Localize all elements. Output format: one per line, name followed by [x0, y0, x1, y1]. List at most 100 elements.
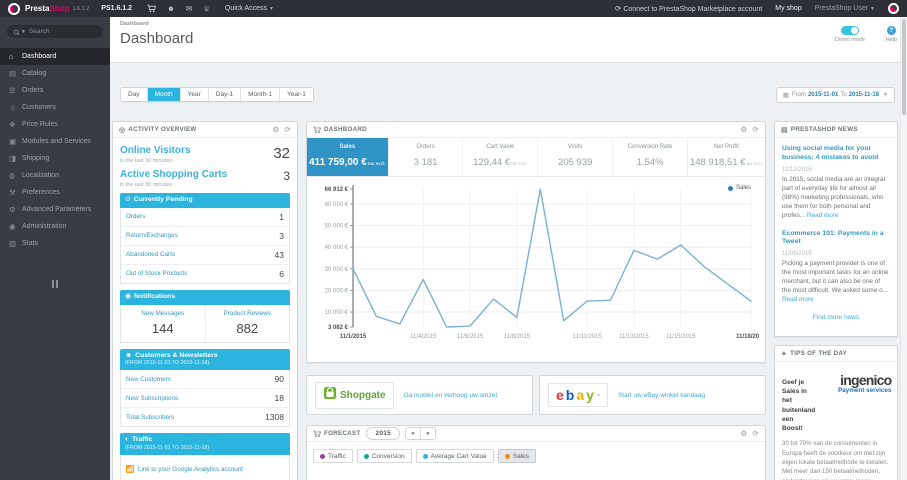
gear-icon[interactable]: ⚙: [740, 126, 747, 134]
news-article-title[interactable]: Ecommerce 101: Payments in a Tweet: [782, 230, 890, 248]
pending-row-out-of-stock[interactable]: Out of Stock Products 6: [121, 265, 289, 283]
traffic-toggle[interactable]: Traffic: [313, 449, 353, 463]
calendar-icon: ▦: [782, 91, 789, 99]
envelope-icon[interactable]: ✉: [186, 5, 192, 13]
average-cart-value-toggle[interactable]: Average Cart Value: [415, 449, 494, 463]
filter-year-1-button[interactable]: Year-1: [279, 88, 313, 101]
refresh-icon[interactable]: ⟳: [284, 126, 291, 134]
refresh-icon[interactable]: ⟳: [752, 126, 759, 134]
kpi-cart-value[interactable]: Cart Value 129,44 €tax excl.: [463, 138, 539, 176]
sales-chart-area: 11/1/2015 11/4/2015 11/6/2015 11/8/2015 11/1…: [307, 181, 765, 345]
new-messages-cell[interactable]: New Messages 144: [121, 305, 205, 342]
chevron-down-icon: ▼: [883, 91, 888, 98]
active-carts-metric[interactable]: Active Shopping Carts in the last 30 minu…: [120, 169, 290, 188]
svg-text:11/6/2015: 11/6/2015: [457, 334, 484, 340]
news-icon: ▤: [781, 126, 788, 134]
home-icon: ⌂: [9, 52, 14, 61]
user-menu[interactable]: PrestaShop User ▼: [815, 5, 875, 12]
sidebar-item-administration[interactable]: ◉ Administration: [0, 218, 110, 235]
svg-text:11/13/2015: 11/13/2015: [619, 334, 649, 340]
vertical-scrollbar[interactable]: [900, 17, 907, 480]
read-more-link[interactable]: Read more: [782, 296, 814, 303]
person-icon[interactable]: ☻: [167, 5, 175, 13]
help-icon[interactable]: ?: [886, 26, 896, 35]
customers-icon: ☻: [125, 351, 133, 359]
shopgate-banner[interactable]: Shopgate Ga mobiel en verhoog uw omzet: [306, 375, 533, 415]
sales-toggle[interactable]: Sales: [497, 449, 536, 463]
news-article-title[interactable]: Using social media for your business: 4 …: [782, 145, 890, 163]
forecast-year-selector[interactable]: 2015: [366, 427, 401, 440]
forecast-next-button[interactable]: »: [420, 428, 435, 439]
sidebar-search[interactable]: ▼: [7, 25, 103, 38]
top-bar: PrestaShop 1.6.1.2 PS1.6.1.2 ☻ ✉ ♕ Quick…: [0, 0, 907, 17]
sidebar-item-catalog[interactable]: ▤ Catalog: [0, 65, 110, 82]
sidebar-item-price-rules[interactable]: ❖ Price Rules: [0, 116, 110, 133]
activity-icon: ◎: [119, 126, 126, 134]
kpi-conversion-rate[interactable]: Conversion Rate 1.54%: [613, 138, 688, 176]
advanced-parameters-icon: ⚙: [9, 205, 16, 214]
sidebar-item-dashboard[interactable]: ⌂ Dashboard: [0, 48, 110, 65]
scrollbar-thumb[interactable]: [902, 19, 906, 115]
my-shop-link[interactable]: My shop: [775, 5, 801, 12]
sidebar-collapse-button[interactable]: [49, 280, 61, 288]
kpi-orders[interactable]: Orders 3 181: [389, 138, 464, 176]
kpi-sales[interactable]: Sales 411 759,00 €tax excl.: [307, 138, 389, 176]
new-subscriptions-row[interactable]: New Subscriptions 18: [121, 389, 289, 409]
sidebar-item-orders[interactable]: ☰ Orders: [0, 82, 110, 99]
google-analytics-link[interactable]: Link to your Google Analytics account: [120, 455, 290, 480]
demo-mode-control: Demo mode: [835, 26, 865, 43]
price-rules-icon: ❖: [9, 120, 16, 129]
sidebar-item-customers[interactable]: ☺ Customers: [0, 99, 110, 116]
read-more-link[interactable]: Read more: [807, 212, 839, 219]
trophy-icon[interactable]: ♕: [203, 5, 210, 13]
search-input[interactable]: [28, 28, 97, 35]
cart-icon[interactable]: [147, 4, 157, 13]
sidebar-item-shipping[interactable]: ◨ Shipping: [0, 150, 110, 167]
preferences-icon: ⚒: [9, 188, 16, 197]
forecast-prev-button[interactable]: «: [406, 428, 421, 439]
filter-year-button[interactable]: Year: [180, 88, 209, 101]
demo-mode-toggle[interactable]: [841, 26, 860, 35]
sidebar-item-localization[interactable]: ◍ Localization: [0, 167, 110, 184]
filter-month-1-button[interactable]: Month-1: [241, 88, 280, 101]
total-subscribers-row[interactable]: Total Subscribers 1308: [121, 408, 289, 426]
sidebar-item-stats[interactable]: ▥ Stats: [0, 235, 110, 252]
ebay-link[interactable]: Start uw eBay winkel vandaag: [618, 392, 705, 399]
pending-row-abandoned-carts[interactable]: Abandoned Carts 43: [121, 246, 289, 265]
filter-day-button[interactable]: Day: [121, 88, 148, 101]
new-customers-row[interactable]: New Customers 90: [121, 370, 289, 390]
gear-icon[interactable]: ⚙: [740, 430, 747, 438]
marketplace-link[interactable]: ⟳ Connect to PrestaShop Marketplace acco…: [615, 4, 762, 12]
pending-row-returns[interactable]: Return/Exchanges 3: [121, 227, 289, 246]
kpi-visits[interactable]: Visits 205 939: [538, 138, 614, 176]
activity-overview-panel: ◎ ACTIVITY OVERVIEW ⚙ ⟳ Online Visitors i…: [112, 121, 298, 480]
date-range-picker[interactable]: ▦ From 2015-11-01 To 2015-11-18 ▼: [775, 86, 895, 103]
user-avatar[interactable]: [888, 3, 899, 14]
shopgate-link[interactable]: Ga mobiel en verhoog uw omzet: [404, 392, 498, 399]
svg-text:3 082 €: 3 082 €: [328, 325, 349, 331]
catalog-icon: ▤: [9, 69, 17, 78]
sidebar-item-preferences[interactable]: ⚒ Preferences: [0, 184, 110, 201]
chevron-down-icon[interactable]: ▼: [21, 29, 26, 35]
product-reviews-cell[interactable]: Product Reviews 882: [204, 304, 290, 342]
kpi-net-profit[interactable]: Net Profit 148 918,51 €tax excl.: [688, 138, 765, 176]
sales-legend-label: Sales: [735, 185, 751, 191]
shopgate-logo: Shopgate: [315, 381, 394, 409]
find-more-news-link[interactable]: Find more news: [782, 314, 890, 321]
filter-month-button[interactable]: Month: [147, 88, 181, 101]
online-visitors-metric[interactable]: Online Visitors in the last 30 minutes 32: [120, 145, 290, 164]
sales-line-chart[interactable]: 11/1/2015 11/4/2015 11/6/2015 11/8/2015 11/1…: [307, 181, 759, 345]
gear-icon[interactable]: ⚙: [272, 126, 279, 134]
tip-headline: Geef je Sales in het buitenland een Boos…: [782, 379, 816, 433]
conversion-toggle[interactable]: Conversion: [356, 449, 412, 463]
refresh-icon[interactable]: ⟳: [752, 430, 759, 438]
sidebar-item-modules[interactable]: ▣ Modules and Services: [0, 133, 110, 150]
ebay-banner[interactable]: e b a y ™ Start uw eBay winkel vandaag: [539, 375, 766, 415]
quick-access-menu[interactable]: Quick Access ▼: [225, 5, 274, 12]
sidebar-item-advanced-parameters[interactable]: ⚙ Advanced Parameters: [0, 201, 110, 218]
tips-of-the-day-panel: ✦ TIPS OF THE DAY Geef je Sales in het b…: [774, 345, 898, 480]
pending-row-orders[interactable]: Orders 1: [121, 208, 289, 227]
filter-day-1-button[interactable]: Day-1: [208, 88, 242, 101]
chart-legend[interactable]: Sales: [727, 185, 751, 191]
breadcrumb[interactable]: Dashboard: [120, 21, 149, 27]
